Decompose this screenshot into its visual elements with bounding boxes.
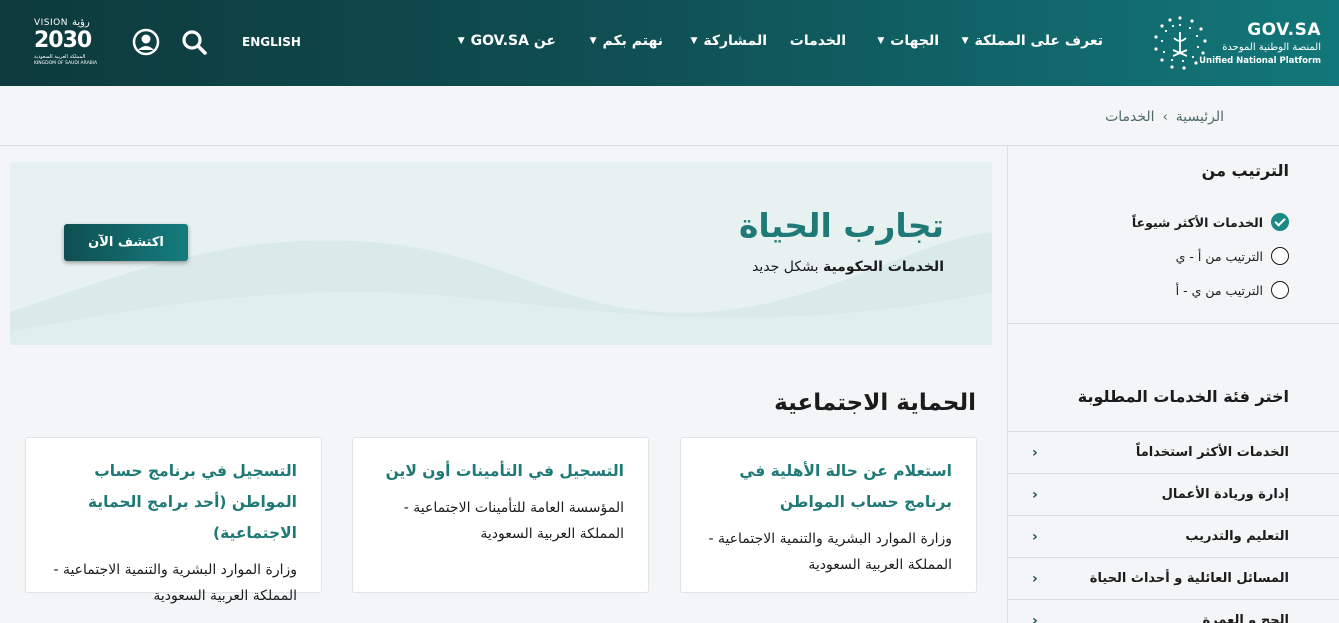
nav-label: الخدمات (789, 33, 846, 49)
service-card[interactable]: استعلام عن حالة الأهلية في برنامج حساب ا… (680, 437, 977, 593)
nav-label: نهتم بكم (602, 33, 663, 49)
nav-label: المشاركة (703, 33, 767, 49)
sort-option-label: الترتيب من ي - أ (1175, 282, 1263, 298)
caret-down-icon: ▼ (877, 36, 885, 46)
vision-kingdom-ar: المملكة العربية السعودية (34, 54, 86, 60)
life-events-banner: تجارب الحياة الخدمات الحكومية بشكل جديد … (10, 162, 992, 345)
filter-sidebar: الترتيب من الخدمات الأكثر شيوعاً الترتيب… (1007, 146, 1339, 623)
service-card-title[interactable]: التسجيل في برنامج حساب المواطن (أحد برام… (46, 456, 297, 549)
category-label: التعليم والتدريب (1185, 529, 1289, 544)
sort-option-z-to-a[interactable]: الترتيب من ي - أ (1176, 281, 1289, 299)
breadcrumb-current[interactable]: الخدمات (1105, 109, 1155, 125)
vision-year: 2030 (34, 28, 92, 53)
top-header: GOV.SA المنصة الوطنية الموحدة Unified Na… (0, 0, 1339, 86)
caret-down-icon: ▼ (457, 36, 465, 46)
gov-sa-logo[interactable]: GOV.SA المنصة الوطنية الموحدة Unified Na… (1146, 14, 1321, 72)
category-label: المسائل العائلية و أحداث الحياة (1089, 571, 1289, 586)
nav-agencies[interactable]: الجهات ▼ (877, 33, 939, 49)
chevron-left-icon: ‹ (1032, 612, 1038, 623)
service-card-title[interactable]: استعلام عن حالة الأهلية في برنامج حساب ا… (701, 456, 952, 518)
search-icon[interactable] (180, 28, 208, 56)
sidebar-divider (1008, 323, 1339, 324)
brand-subtitle-en: Unified National Platform (1199, 56, 1321, 66)
banner-subtitle-rest: بشكل جديد (752, 259, 823, 275)
caret-down-icon: ▼ (690, 36, 698, 46)
service-card-title[interactable]: التسجيل في التأمينات أون لاين (373, 456, 624, 487)
nav-participation[interactable]: المشاركة ▼ (690, 33, 767, 49)
vision-2030-logo[interactable]: VISION رؤية 2030 المملكة العربية السعودي… (24, 16, 108, 68)
nav-label: الجهات (890, 33, 939, 49)
category-title: اختر فئة الخدمات المطلوبة (1077, 387, 1289, 406)
category-family[interactable]: المسائل العائلية و أحداث الحياة ‹ (1008, 557, 1339, 599)
sort-option-most-popular[interactable]: الخدمات الأكثر شيوعاً (1132, 213, 1289, 231)
sort-title: الترتيب من (1201, 161, 1289, 180)
nav-services[interactable]: الخدمات (790, 33, 846, 49)
caret-down-icon: ▼ (961, 36, 969, 46)
nav-know-the-kingdom[interactable]: تعرف على المملكة ▼ (962, 33, 1103, 49)
sort-option-a-to-z[interactable]: الترتيب من أ - ي (1176, 247, 1289, 265)
category-business[interactable]: إدارة وريادة الأعمال ‹ (1008, 473, 1339, 515)
vision-label: VISION (34, 18, 68, 28)
vision-label-ar: رؤية (72, 17, 90, 28)
banner-title: تجارب الحياة (738, 206, 944, 245)
user-icon[interactable] (132, 28, 160, 56)
sort-option-label: الخدمات الأكثر شيوعاً (1131, 214, 1263, 230)
nav-about-gov-sa[interactable]: عن GOV.SA ▼ (458, 33, 556, 49)
brand-subtitle-ar: المنصة الوطنية الموحدة (1222, 42, 1321, 53)
breadcrumb: الرئيسية › الخدمات (1105, 109, 1224, 125)
service-card-agency: المؤسسة العامة للتأمينات الاجتماعية - ال… (403, 500, 624, 542)
banner-subtitle: الخدمات الحكومية بشكل جديد (752, 259, 944, 275)
caret-down-icon: ▼ (589, 36, 597, 46)
nav-we-care[interactable]: نهتم بكم ▼ (590, 33, 663, 49)
service-card-agency: وزارة الموارد البشرية والتنمية الاجتماعي… (708, 531, 952, 573)
brand-name: GOV.SA (1247, 20, 1321, 40)
nav-label: عن GOV.SA (470, 33, 556, 49)
category-label: الخدمات الأكثر استخداماً (1135, 445, 1289, 460)
chevron-left-icon: ‹ (1032, 570, 1038, 587)
category-hajj[interactable]: الحج و العمرة ‹ (1008, 599, 1339, 623)
radio-checked-icon[interactable] (1271, 213, 1289, 231)
service-card[interactable]: التسجيل في التأمينات أون لاين المؤسسة ال… (352, 437, 649, 593)
chevron-left-icon: › (1162, 109, 1168, 125)
radio-icon[interactable] (1271, 247, 1289, 265)
discover-now-button[interactable]: اكتشف الآن (64, 224, 188, 261)
service-card-agency: وزارة الموارد البشرية والتنمية الاجتماعي… (53, 562, 297, 604)
chevron-left-icon: ‹ (1032, 444, 1038, 461)
category-label: إدارة وريادة الأعمال (1161, 487, 1289, 502)
nav-label: تعرف على المملكة (974, 33, 1104, 49)
chevron-left-icon: ‹ (1032, 528, 1038, 545)
category-education[interactable]: التعليم والتدريب ‹ (1008, 515, 1339, 557)
breadcrumb-home[interactable]: الرئيسية (1176, 109, 1224, 125)
section-title: الحماية الاجتماعية (774, 390, 976, 416)
banner-subtitle-bold: الخدمات الحكومية (822, 259, 944, 275)
category-label: الحج و العمرة (1202, 613, 1289, 623)
chevron-left-icon: ‹ (1032, 486, 1038, 503)
radio-icon[interactable] (1271, 281, 1289, 299)
service-card[interactable]: التسجيل في برنامج حساب المواطن (أحد برام… (25, 437, 322, 604)
category-most-used[interactable]: الخدمات الأكثر استخداماً ‹ (1008, 431, 1339, 473)
vision-kingdom-en: KINGDOM OF SAUDI ARABIA (34, 61, 98, 66)
sort-option-label: الترتيب من أ - ي (1175, 248, 1263, 264)
language-switch[interactable]: ENGLISH (242, 35, 301, 49)
